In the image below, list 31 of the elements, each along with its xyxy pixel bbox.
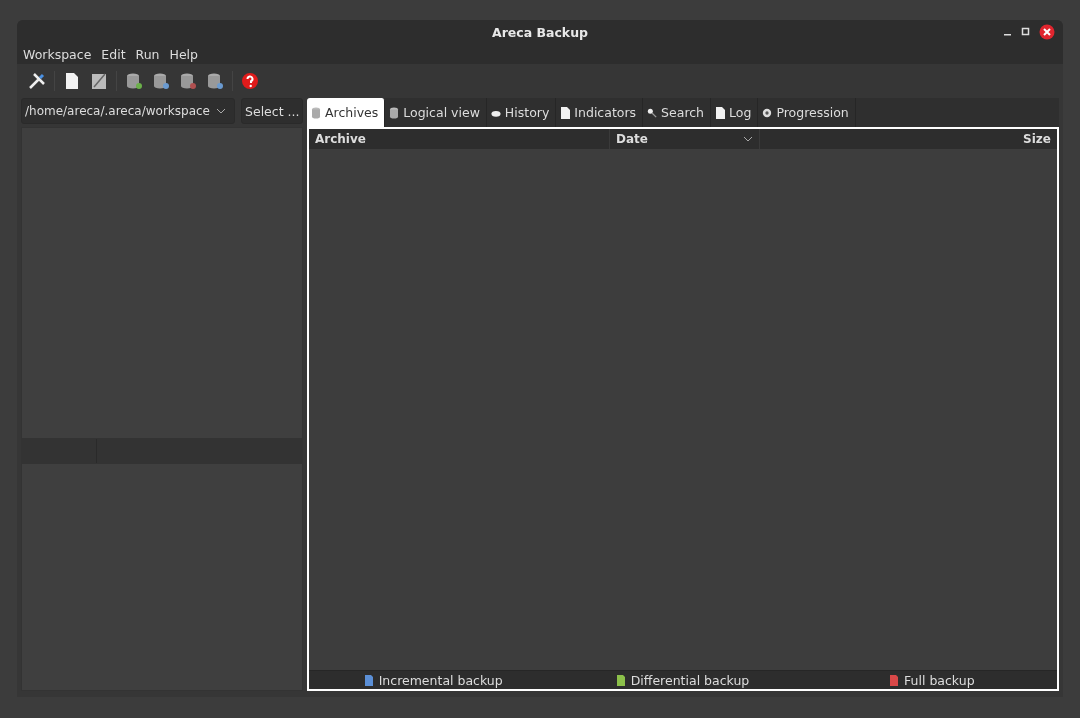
document-icon	[715, 106, 726, 119]
workspace-dropdown[interactable]: /home/areca/.areca/workspace	[21, 98, 235, 124]
legend-label: Full backup	[904, 672, 975, 688]
database-icon	[311, 106, 321, 119]
menu-item[interactable]: Workspace	[23, 46, 92, 62]
window-title: Areca Backup	[491, 24, 588, 40]
column-header[interactable]: Size	[760, 129, 1057, 149]
edit-document-icon[interactable]	[89, 71, 109, 91]
menu-item[interactable]: Help	[169, 46, 198, 62]
tools-icon[interactable]	[27, 71, 47, 91]
database-icon	[389, 106, 400, 119]
sort-icon	[743, 136, 753, 142]
close-icon[interactable]	[1039, 24, 1055, 40]
chevron-down-icon	[216, 108, 226, 114]
help-icon[interactable]	[240, 71, 260, 91]
select-button[interactable]: Select ...	[241, 98, 303, 124]
maximize-icon[interactable]	[1021, 27, 1031, 37]
legend-label: Differential backup	[630, 672, 750, 688]
database-icon[interactable]	[205, 71, 225, 91]
menu-item[interactable]: Edit	[101, 46, 126, 62]
column-header[interactable]: Archive	[309, 129, 610, 149]
database-icon[interactable]	[124, 71, 144, 91]
tab[interactable]: Archives	[307, 98, 386, 127]
search-icon	[647, 106, 658, 119]
legend-label: Incremental backup	[378, 672, 503, 688]
database-icon[interactable]	[178, 71, 198, 91]
database-icon[interactable]	[151, 71, 171, 91]
document-icon	[560, 106, 571, 119]
gear-icon	[762, 106, 773, 119]
menu-item[interactable]: Run	[135, 46, 160, 62]
column-header[interactable]: Date	[610, 129, 760, 149]
